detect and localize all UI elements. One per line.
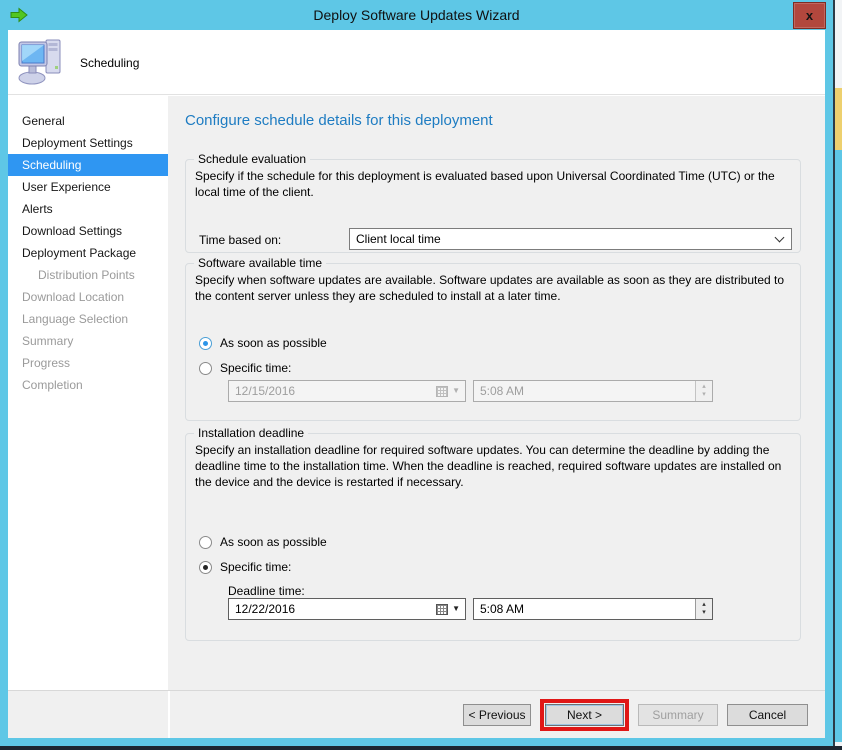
dropdown-arrow-icon: ▼ <box>452 386 460 395</box>
sidebar-item-scheduling[interactable]: Scheduling <box>8 154 168 176</box>
summary-button: Summary <box>638 703 718 726</box>
wizard-footer: < Previous Next > Summary Cancel <box>8 690 825 738</box>
installation-deadline-group: Installation deadline Specify an install… <box>185 426 801 641</box>
sidebar-item-user-experience[interactable]: User Experience <box>8 176 168 198</box>
radio-label: As soon as possible <box>220 336 327 350</box>
green-arrow-icon <box>10 7 28 23</box>
radio-label: Specific time: <box>220 560 292 574</box>
deadline-time-picker[interactable]: 5:08 AM ▴ ▾ <box>473 598 713 620</box>
wizard-window: Deploy Software Updates Wizard x Schedul… <box>0 0 835 746</box>
wizard-header: Scheduling <box>8 30 825 95</box>
available-asap-radio[interactable]: As soon as possible <box>199 336 327 350</box>
radio-label: As soon as possible <box>220 535 327 549</box>
footer-divider <box>168 691 170 738</box>
sidebar-item-language-selection: Language Selection <box>22 312 129 326</box>
time-spinner[interactable]: ▴ ▾ <box>695 599 712 619</box>
sidebar-item-deployment-package[interactable]: Deployment Package <box>8 242 168 264</box>
sidebar-item-download-location: Download Location <box>22 290 125 304</box>
background-blue-patch <box>834 150 842 742</box>
previous-button[interactable]: < Previous <box>463 703 531 726</box>
sidebar-item-general[interactable]: General <box>8 110 168 132</box>
background-sliver <box>834 0 842 750</box>
group-description: Specify an installation deadline for req… <box>195 443 782 489</box>
cancel-button[interactable]: Cancel <box>727 703 808 726</box>
calendar-icon <box>436 603 449 615</box>
radio-unselected-icon <box>199 361 212 375</box>
content-heading: Configure schedule details for this depl… <box>185 112 493 129</box>
main-content: Configure schedule details for this depl… <box>168 96 825 690</box>
spinner-down-icon: ▾ <box>702 609 706 616</box>
radio-unselected-icon <box>199 535 212 549</box>
sidebar-item-progress: Progress <box>22 356 71 370</box>
taskbar-edge <box>0 746 842 750</box>
available-time-picker: 5:08 AM ▴ ▾ <box>473 380 713 402</box>
schedule-evaluation-group: Schedule evaluation Specify if the sched… <box>185 152 801 253</box>
window-body: Scheduling General Deployment Settings S… <box>8 30 825 738</box>
available-specific-time-radio[interactable]: Specific time: <box>199 361 291 375</box>
close-icon[interactable]: x <box>793 2 826 29</box>
group-label: Installation deadline <box>194 426 309 440</box>
deadline-date-picker[interactable]: 12/22/2016 ▼ <box>228 598 466 620</box>
deadline-time-label: Deadline time: <box>228 584 305 598</box>
available-date-picker: 12/15/2016 ▼ <box>228 380 466 402</box>
spinner-up-icon: ▴ <box>702 383 706 390</box>
date-value: 12/22/2016 <box>235 602 296 616</box>
window-title: Deploy Software Updates Wizard <box>313 7 520 23</box>
time-spinner: ▴ ▾ <box>695 381 712 401</box>
sidebar-item-distribution-points: Distribution Points <box>38 268 135 282</box>
radio-selected-icon <box>199 560 212 574</box>
software-available-time-group: Software available time Specify when sof… <box>185 256 801 421</box>
next-button-highlight: Next > <box>540 698 629 731</box>
title-bar: Deploy Software Updates Wizard x <box>0 0 833 30</box>
radio-selected-icon <box>199 336 212 350</box>
spinner-up-icon: ▴ <box>702 601 706 608</box>
time-based-on-value: Client local time <box>356 232 441 246</box>
group-label: Software available time <box>194 256 327 270</box>
computer-icon <box>18 39 61 85</box>
sidebar-item-alerts[interactable]: Alerts <box>8 198 168 220</box>
time-based-on-select[interactable]: Client local time <box>349 228 792 250</box>
calendar-icon <box>436 385 449 397</box>
wizard-steps-sidebar: General Deployment Settings Scheduling U… <box>8 96 168 690</box>
sidebar-item-deployment-settings[interactable]: Deployment Settings <box>8 132 168 154</box>
time-based-on-label: Time based on: <box>199 233 282 247</box>
time-value: 5:08 AM <box>480 602 525 616</box>
group-description: Specify if the schedule for this deploym… <box>195 169 775 199</box>
next-button[interactable]: Next > <box>545 703 624 726</box>
background-yellow-patch <box>834 88 842 150</box>
radio-label: Specific time: <box>220 361 292 375</box>
deadline-specific-time-radio[interactable]: Specific time: <box>199 560 291 574</box>
sidebar-item-completion: Completion <box>22 378 83 392</box>
spinner-down-icon: ▾ <box>702 391 706 398</box>
time-value: 5:08 AM <box>480 384 525 398</box>
group-description: Specify when software updates are availa… <box>195 273 785 303</box>
page-title: Scheduling <box>80 56 140 70</box>
dropdown-arrow-icon: ▼ <box>452 604 460 613</box>
sidebar-item-download-settings[interactable]: Download Settings <box>8 220 168 242</box>
sidebar-item-summary: Summary <box>22 334 74 348</box>
group-label: Schedule evaluation <box>194 152 311 166</box>
deadline-asap-radio[interactable]: As soon as possible <box>199 535 327 549</box>
date-value: 12/15/2016 <box>235 384 296 398</box>
chevron-down-icon <box>774 232 785 242</box>
